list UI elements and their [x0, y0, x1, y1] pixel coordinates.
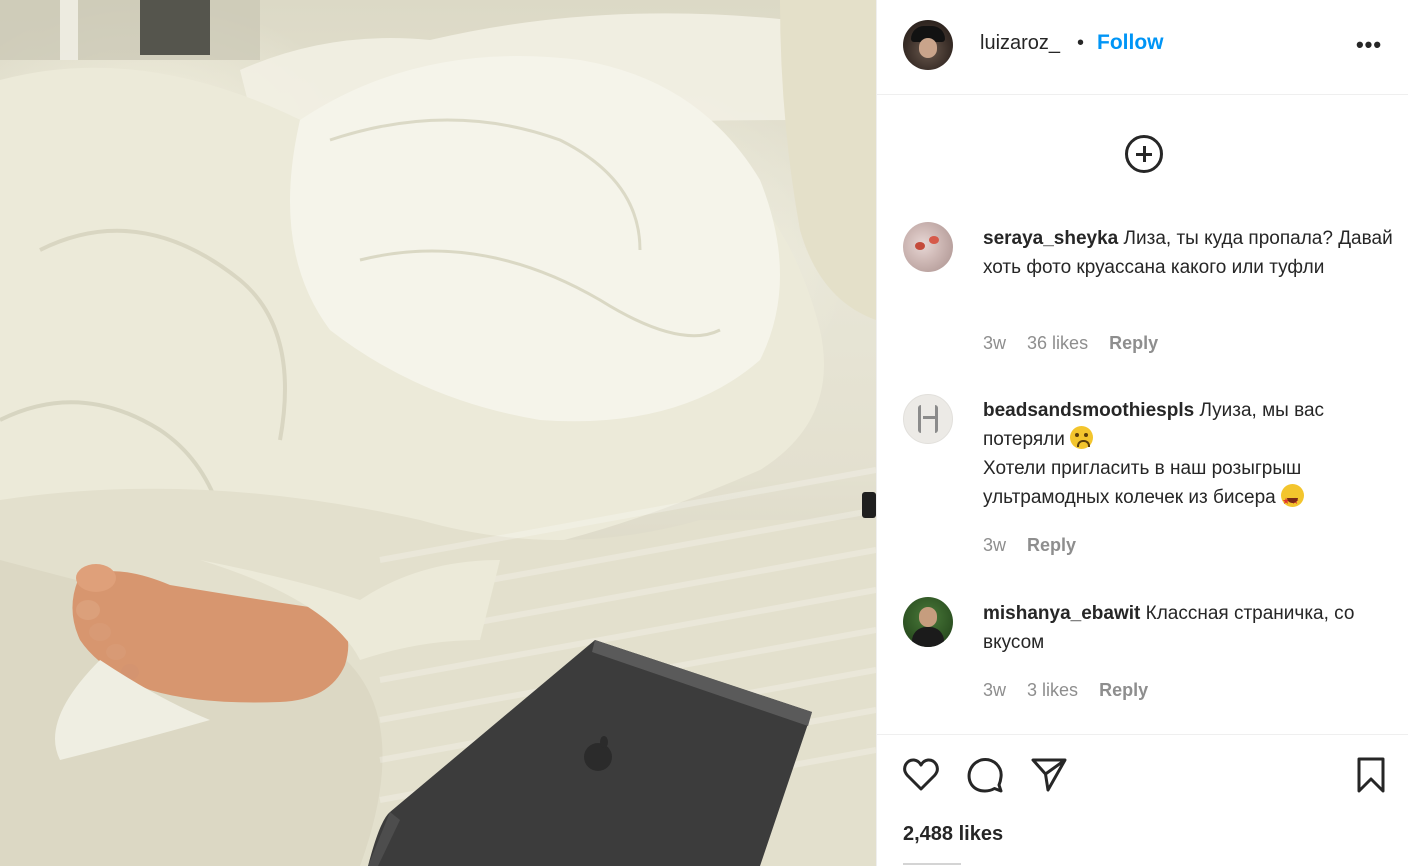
crying-face-icon [1070, 426, 1094, 449]
heart-icon[interactable] [901, 755, 941, 795]
comment-age[interactable]: 3w [983, 535, 1006, 555]
post-photo-illustration [0, 0, 876, 866]
commenter-avatar[interactable] [903, 597, 953, 647]
reply-button[interactable]: Reply [1109, 333, 1158, 353]
post-side-panel: luizaroz_ • Follow ••• seraya_sheyka Лиз… [876, 0, 1408, 866]
comment-likes[interactable]: 36 likes [1027, 333, 1088, 353]
comment-age[interactable]: 3w [983, 333, 1006, 353]
comment-meta: 3w 36 likes Reply [983, 333, 1174, 354]
comment-text: Хотели пригласить в наш розыгрыш ультрам… [983, 458, 1302, 508]
comment-username[interactable]: seraya_sheyka [983, 228, 1118, 249]
owner-avatar[interactable] [903, 20, 953, 70]
bookmark-icon[interactable] [1351, 755, 1391, 795]
more-options-icon[interactable]: ••• [1352, 30, 1386, 60]
owner-username[interactable]: luizaroz_ [980, 32, 1060, 55]
commenter-avatar[interactable] [903, 222, 953, 272]
avatar-face [919, 38, 937, 58]
star-struck-face-icon [1280, 484, 1304, 516]
header-separator: • [1077, 32, 1085, 54]
avatar-detail [919, 607, 937, 627]
reply-button[interactable]: Reply [1027, 535, 1076, 555]
commenter-avatar[interactable] [903, 394, 953, 444]
speech-bubble-icon[interactable] [965, 755, 1005, 795]
comment-username[interactable]: beadsandsmoothiespls [983, 400, 1194, 421]
comment-meta: 3w Reply [983, 535, 1092, 556]
post-actions: 2,488 likes [877, 734, 1408, 866]
comment-likes[interactable]: 3 likes [1027, 680, 1078, 700]
paper-plane-icon[interactable] [1029, 755, 1069, 795]
comment-body: seraya_sheyka Лиза, ты куда пропала? Дав… [983, 224, 1393, 282]
post-header: luizaroz_ • Follow ••• [877, 0, 1408, 95]
plus-circle-icon[interactable] [1125, 135, 1163, 173]
comment-age[interactable]: 3w [983, 680, 1006, 700]
like-count[interactable]: 2,488 likes [903, 823, 1003, 846]
avatar-detail [912, 627, 944, 647]
comment-username[interactable]: mishanya_ebawit [983, 603, 1140, 624]
avatar-detail [915, 242, 925, 250]
post-timestamp [903, 857, 1023, 866]
post-photo [0, 0, 876, 866]
reply-button[interactable]: Reply [1099, 680, 1148, 700]
comment-body: beadsandsmoothiespls Луиза, мы вас потер… [983, 396, 1393, 516]
comment-meta: 3w 3 likes Reply [983, 680, 1164, 701]
comment-body: mishanya_ebawit Классная страничка, со в… [983, 599, 1393, 657]
follow-button[interactable]: Follow [1097, 31, 1164, 55]
avatar-detail [918, 405, 938, 433]
